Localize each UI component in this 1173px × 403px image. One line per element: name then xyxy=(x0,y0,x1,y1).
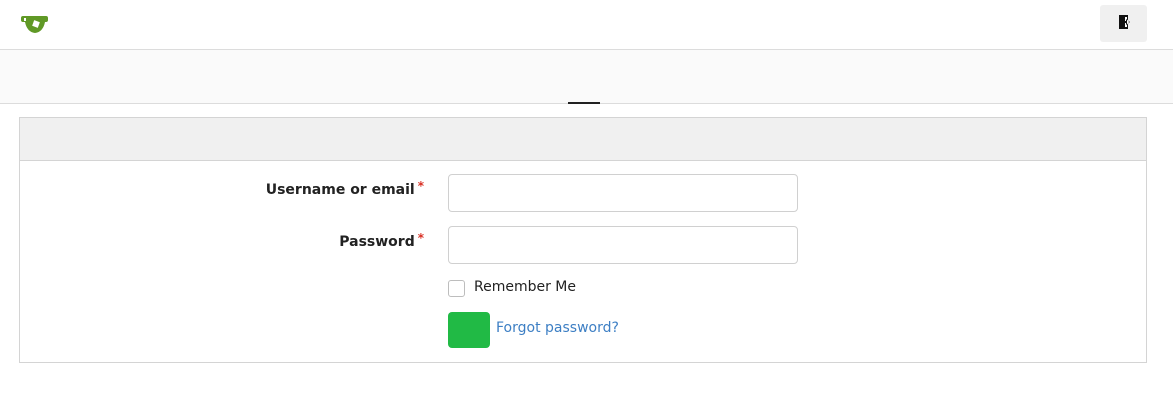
sign-in-door-icon xyxy=(1116,14,1132,34)
required-marker: * xyxy=(417,179,424,193)
sign-in-submit-button[interactable] xyxy=(448,312,490,348)
username-label-text: Username or email xyxy=(265,182,415,198)
sign-in-button[interactable] xyxy=(1100,5,1147,42)
remember-me-label[interactable]: Remember Me xyxy=(474,279,576,295)
username-input[interactable] xyxy=(448,174,798,212)
password-label-text: Password xyxy=(339,234,415,250)
remember-me-checkbox[interactable] xyxy=(448,280,465,297)
top-navbar xyxy=(0,0,1173,50)
password-label: Password * xyxy=(339,231,424,250)
username-label: Username or email * xyxy=(265,179,424,198)
panel-header xyxy=(20,118,1146,161)
teacup-logo-icon[interactable] xyxy=(20,13,50,35)
forgot-password-link[interactable]: Forgot password? xyxy=(496,320,619,336)
password-input[interactable] xyxy=(448,226,798,264)
secondary-nav-bar xyxy=(0,50,1173,104)
active-tab-indicator xyxy=(568,102,600,104)
required-marker: * xyxy=(417,231,424,245)
sign-in-panel: Username or email * Password * Remember Me… xyxy=(19,117,1147,363)
